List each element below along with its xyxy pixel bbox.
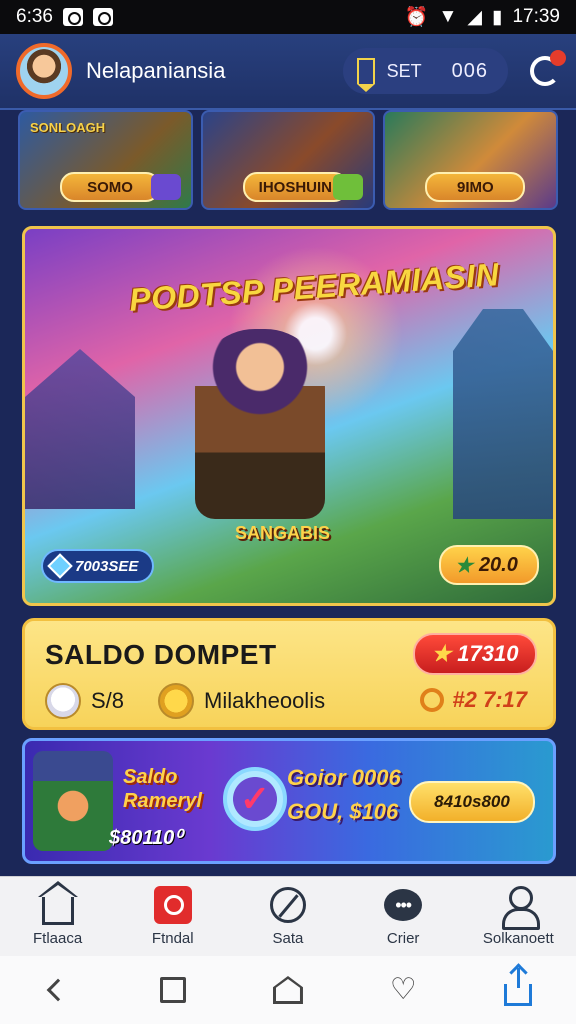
home-icon	[37, 881, 78, 925]
category-pill: IHOSHUIN	[242, 172, 349, 202]
notification-bell-icon[interactable]	[530, 50, 566, 86]
app-header: Nelapaniansia SET 006	[0, 34, 576, 110]
house-illustration	[25, 349, 135, 509]
nav-item-profile[interactable]: Solkanoett	[463, 886, 573, 947]
avatar[interactable]	[16, 43, 72, 99]
wallet-card[interactable]: SALDO DOMPET ★ 17310 S/8 Milakheoolis #2…	[22, 618, 556, 730]
tower-illustration	[453, 309, 553, 519]
heart-icon: ♡	[389, 973, 417, 1006]
ghost-icon	[45, 683, 81, 719]
back-button[interactable]	[33, 965, 83, 1015]
promo-mid-line: Goior 0006	[287, 765, 401, 790]
signal-icon: ◢	[467, 6, 482, 28]
promo-button[interactable]: 8410s800	[409, 781, 535, 823]
status-left: 6:36	[16, 6, 113, 28]
category-card[interactable]: IHOSHUIN	[200, 110, 376, 210]
category-pill: 9IMO	[425, 172, 526, 202]
wallet-right-value: #2 7:17	[452, 687, 527, 712]
home-outline-icon	[273, 976, 303, 1004]
shop-icon	[153, 886, 192, 924]
notification-icon	[62, 8, 83, 26]
back-icon	[46, 978, 69, 1002]
status-right: ⏰ ▼ ◢ ▮ 17:39	[405, 5, 560, 29]
nav-label: Solkanoett	[482, 930, 554, 947]
hero-character-illustration	[195, 329, 325, 519]
wallet-row-label: Milakheoolis	[204, 688, 326, 713]
system-nav: ♡	[0, 956, 576, 1024]
wifi-icon: ▼	[438, 6, 458, 27]
bookmark-icon	[356, 58, 375, 92]
hero-banner[interactable]: PODTSP PEERAMIASIN SANGABIS 7003SEE ★ 20…	[22, 226, 556, 606]
promo-banner[interactable]: Saldo Rameryl $80110⁰ ✓ Goior 0006 GOU, …	[22, 738, 556, 864]
promo-left-title-line: Saldo	[123, 766, 178, 788]
home-button[interactable]	[263, 965, 313, 1015]
user-icon	[499, 886, 541, 930]
nav-item-home[interactable]: Ftlaaca	[3, 881, 113, 947]
category-card[interactable]: 9IMO	[383, 110, 559, 210]
wallet-red-value: 17310	[457, 641, 519, 666]
nav-label: Ftlaaca	[32, 930, 83, 947]
bottom-nav: Ftlaaca Ftndal Sata ••• Crier Solkanoett	[0, 876, 576, 956]
coin-pill[interactable]: SET 006	[342, 48, 508, 94]
category-title: SONLOAGH	[30, 120, 106, 135]
diamond-icon	[47, 553, 73, 579]
status-bar: 6:36 ⏰ ▼ ◢ ▮ 17:39	[0, 0, 576, 34]
share-button[interactable]	[493, 965, 543, 1015]
nav-item-chat[interactable]: ••• Crier	[348, 886, 458, 947]
main-content[interactable]: SONLOAGH SOMO IHOSHUIN 9IMO PODTSP PEERA…	[0, 110, 576, 876]
chat-icon: •••	[384, 886, 423, 924]
gift-icon	[150, 174, 181, 200]
ring-icon	[420, 688, 445, 712]
hero-title: PODTSP PEERAMIASIN	[128, 256, 501, 318]
battery-icon: ▮	[491, 6, 503, 28]
wallet-row-value: S/8	[91, 688, 125, 713]
category-card[interactable]: SONLOAGH SOMO	[18, 110, 193, 210]
share-icon	[504, 968, 533, 1006]
nav-item-explore[interactable]: Sata	[233, 886, 343, 947]
coin-value: 006	[451, 59, 488, 82]
hero-center-label: SANGABIS	[235, 523, 331, 543]
wallet-red-pill[interactable]: ★ 17310	[413, 633, 537, 675]
promo-left-amount: $80110⁰	[109, 827, 183, 849]
promo-left-title: Saldo Rameryl	[123, 765, 202, 813]
wallet-right: #2 7:17	[420, 687, 527, 713]
alarm-icon: ⏰	[404, 7, 429, 28]
nav-label: Ftndal	[151, 930, 194, 947]
wallet-row: S/8 Milakheoolis	[45, 683, 325, 719]
promo-left-title-line: Rameryl	[123, 790, 202, 812]
favorite-button[interactable]: ♡	[378, 965, 428, 1015]
hero-right-pill[interactable]: ★ 20.0	[439, 545, 539, 585]
nav-label: Crier	[386, 930, 420, 947]
check-badge-icon: ✓	[223, 767, 287, 831]
check-icon	[333, 174, 364, 200]
nav-item-shop[interactable]: Ftndal	[118, 886, 228, 947]
category-row: SONLOAGH SOMO IHOSHUIN 9IMO	[18, 110, 559, 210]
status-clock: 17:39	[512, 6, 560, 27]
status-time: 6:36	[16, 6, 53, 27]
nav-label: Sata	[272, 930, 304, 947]
username: Nelapaniansia	[86, 58, 226, 83]
category-pill: SOMO	[60, 172, 160, 202]
square-icon	[159, 977, 186, 1003]
coin-label: SET	[386, 60, 422, 81]
promo-mid-line: GOU, $106	[287, 799, 399, 824]
recents-button[interactable]	[148, 965, 198, 1015]
promo-mid-text: Goior 0006 GOU, $106	[287, 761, 401, 829]
hero-right-pill-label: 20.0	[478, 553, 518, 576]
hero-left-pill[interactable]: 7003SEE	[41, 549, 155, 583]
camera-icon	[92, 8, 113, 26]
notification-dot	[550, 50, 566, 66]
character-illustration	[33, 751, 113, 851]
wallet-title: SALDO DOMPET	[45, 639, 277, 670]
star-icon: ★	[455, 554, 473, 577]
hero-left-pill-label: 7003SEE	[75, 557, 139, 575]
star-icon: ★	[431, 641, 452, 666]
coin-icon	[158, 683, 195, 719]
compass-icon	[269, 886, 307, 924]
